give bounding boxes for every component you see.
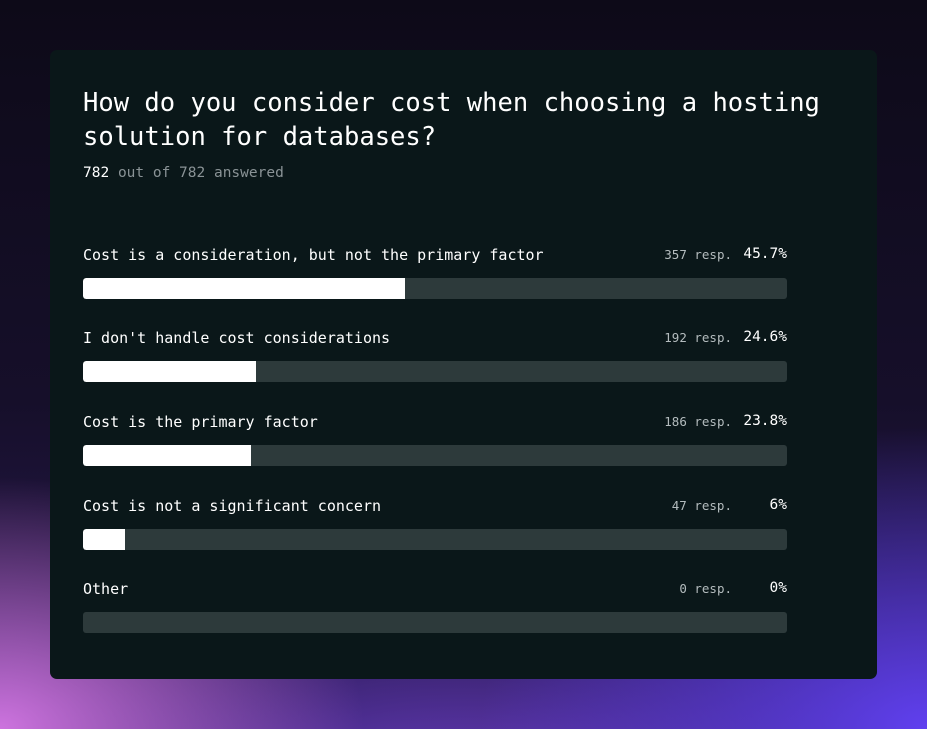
answered-summary: 782 out of 782 answered [83,165,284,181]
option-label: Cost is the primary factor [83,413,318,431]
poll-question: How do you consider cost when choosing a… [83,88,820,152]
option-bar-fill [83,361,257,382]
option-bar-track [83,445,787,466]
option-responses: 0 resp. [679,581,732,596]
option-percent: 45.7% [743,246,787,262]
answered-total: out of 782 answered [117,165,284,181]
option-bar-fill [83,445,251,466]
option-bar-fill [83,529,126,550]
option-percent: 6% [769,497,787,513]
option-responses: 192 resp. [664,330,732,345]
poll-option: Cost is the primary factor 186 resp. 23.… [83,413,787,473]
poll-card: How do you consider cost when choosing a… [50,50,877,679]
option-label: Cost is a consideration, but not the pri… [83,246,544,264]
option-responses: 47 resp. [671,498,732,513]
option-percent: 0% [769,580,787,596]
option-responses: 186 resp. [664,414,732,429]
option-bar-track [83,529,787,550]
option-label: Other [83,580,129,598]
poll-option: Cost is a consideration, but not the pri… [83,246,787,306]
option-label: I don't handle cost considerations [83,329,391,347]
poll-option: I don't handle cost considerations 192 r… [83,329,787,389]
option-percent: 24.6% [743,329,787,345]
option-percent: 23.8% [743,413,787,429]
poll-option: Other 0 resp. 0% [83,580,787,640]
answered-count: 782 [83,165,110,181]
option-responses: 357 resp. [664,247,732,262]
option-bar-track [83,278,787,299]
poll-option: Cost is not a significant concern 47 res… [83,497,787,557]
option-label: Cost is not a significant concern [83,497,382,515]
option-bar-fill [83,278,405,299]
option-bar-track [83,361,787,382]
option-bar-track [83,612,787,633]
